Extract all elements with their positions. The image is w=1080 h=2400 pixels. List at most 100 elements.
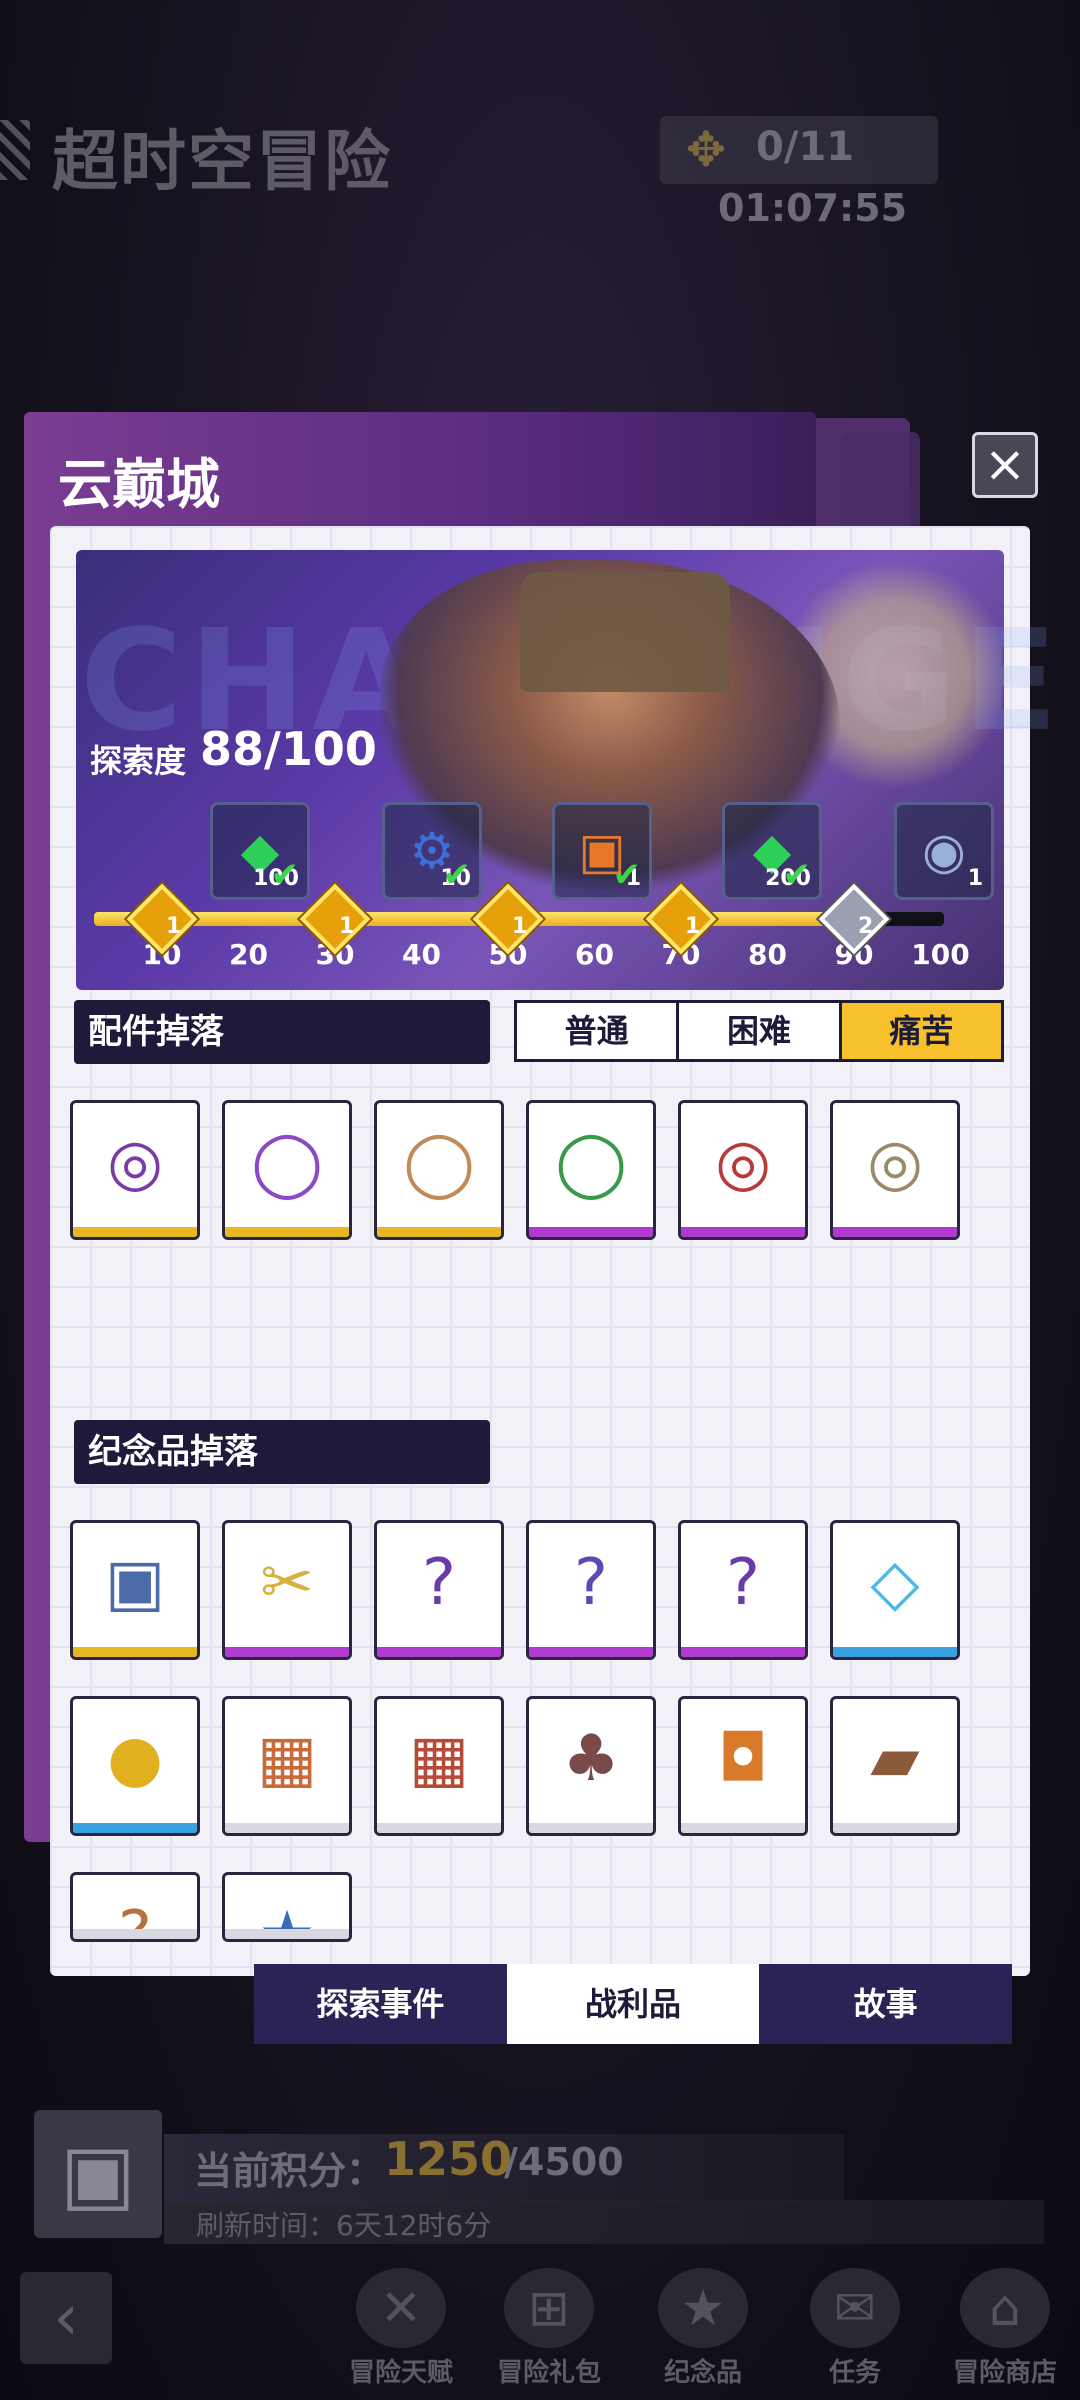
beyblade-purple-gold-icon: ◎	[107, 1126, 163, 1200]
rarity-bar	[833, 1647, 957, 1657]
item-card-crystal-card[interactable]: ◇	[830, 1520, 960, 1660]
score-label: 当前积分：	[194, 2149, 385, 2193]
item-card-fish-basket[interactable]: ▦	[222, 1696, 352, 1836]
nav-star-badge[interactable]: ★ 纪念品	[638, 2268, 768, 2388]
food-basket-icon: ▦	[408, 1722, 470, 1796]
item-card-mystery-food-bag[interactable]: ?	[374, 1520, 504, 1660]
stack-card	[840, 432, 920, 532]
banner-character-hat	[520, 572, 730, 692]
rarity-bar	[833, 1823, 957, 1833]
reward-count: 1	[967, 866, 983, 891]
item-card-blue-chest[interactable]: ▣	[70, 1520, 200, 1660]
nav-shop[interactable]: ⌂ 冒险商店	[940, 2268, 1070, 2388]
tab-normal[interactable]: 普通	[517, 1003, 680, 1059]
nav-dna[interactable]: ✕ 冒险天赋	[336, 2268, 466, 2388]
event-title: 超时空冒险	[52, 123, 392, 200]
milestone-tick-label: 20	[229, 938, 268, 971]
rarity-bar	[529, 1227, 653, 1237]
tab-story[interactable]: 故事	[759, 1964, 1012, 2044]
ring-green-silver-icon: ◯	[555, 1126, 627, 1200]
rarity-bar	[225, 1929, 349, 1939]
rarity-bar	[377, 1647, 501, 1657]
item-card-food-basket[interactable]: ▦	[374, 1696, 504, 1836]
nav-label: 纪念品	[663, 2358, 742, 2388]
tab-hard[interactable]: 困难	[679, 1003, 842, 1059]
chest-icon: ▣	[60, 2127, 136, 2220]
close-icon: ×	[984, 435, 1026, 493]
item-card-cutting-board[interactable]: ▰	[830, 1696, 960, 1836]
milestone-tick-label: 60	[575, 938, 614, 971]
gift-icon: ⊞	[504, 2268, 594, 2348]
close-button[interactable]: ×	[972, 432, 1038, 498]
fish-basket-icon: ▦	[256, 1722, 318, 1796]
milestone-node-number: 1	[512, 914, 528, 939]
back-arrow-icon: ‹	[53, 2281, 79, 2355]
item-card-ring-green-silver[interactable]: ◯	[526, 1100, 656, 1240]
milestone-reward[interactable]: ◉ 1	[894, 802, 994, 900]
cutting-board-icon: ▰	[870, 1722, 920, 1796]
rarity-bar	[225, 1227, 349, 1237]
nav-envelope[interactable]: ✉ 任务	[790, 2268, 920, 2388]
souvenirs-header: 纪念品掉落	[74, 1420, 490, 1484]
milestone-node-number: 1	[166, 914, 182, 939]
modal-bottom-tabs: 探索事件 战利品 故事	[254, 1964, 1012, 2044]
rarity-bar	[225, 1823, 349, 1833]
rarity-bar	[73, 1823, 197, 1833]
blue-chest-icon: ▣	[104, 1546, 166, 1620]
rarity-bar	[377, 1823, 501, 1833]
key-count: 0/11	[756, 124, 855, 170]
rarity-bar	[529, 1647, 653, 1657]
item-card-scissors[interactable]: ✂	[222, 1520, 352, 1660]
star-badge-icon: ★	[658, 2268, 748, 2348]
scissors-icon: ✂	[260, 1546, 314, 1620]
crystal-card-icon: ◇	[870, 1546, 920, 1620]
milestone-reward[interactable]: ⚙ 10 ✔	[382, 802, 482, 900]
nav-label: 任务	[828, 2358, 881, 2388]
milestone-reward[interactable]: ▣ 1 ✔	[552, 802, 652, 900]
nav-label: 冒险天赋	[348, 2358, 453, 2388]
game-screen: 超时空冒险 ✥ 0/11 01:07:55 云巅城 × CHALLENGE 探索…	[0, 0, 1080, 2400]
item-card-gold-coin[interactable]: ●	[70, 1696, 200, 1836]
milestone-reward[interactable]: ◆ 200 ✔	[722, 802, 822, 900]
rarity-bar	[73, 1929, 197, 1939]
mystery-orb-icon: ?	[574, 1546, 608, 1620]
check-icon: ✔	[442, 855, 472, 895]
rarity-bar	[681, 1227, 805, 1237]
nav-gift[interactable]: ⊞ 冒险礼包	[484, 2268, 614, 2388]
mystery-food-bag-icon: ?	[726, 1546, 760, 1620]
milestone-node-number: 1	[339, 914, 355, 939]
item-card-mystery-block[interactable]: ?	[70, 1872, 200, 1942]
item-card-mystery-food-bag[interactable]: ?	[678, 1520, 808, 1660]
tab-loot[interactable]: 战利品	[506, 1964, 760, 2044]
chest-button[interactable]: ▣	[34, 2110, 162, 2238]
score-current: 1250	[384, 2132, 513, 2186]
difficulty-tabs: 普通 困难 痛苦	[514, 1000, 1004, 1062]
title-stripes	[0, 120, 30, 180]
cupcake-icon: ♣	[562, 1722, 620, 1796]
rarity-bar	[529, 1823, 653, 1833]
tab-explore-events[interactable]: 探索事件	[254, 1964, 507, 2044]
milestone-reward[interactable]: ◆ 100 ✔	[210, 802, 310, 900]
nav-label: 冒险礼包	[496, 2358, 601, 2388]
milestone-tick-label: 40	[402, 938, 441, 971]
ring-copper-icon: ◯	[403, 1126, 475, 1200]
item-card-star-badge[interactable]: ★	[222, 1872, 352, 1942]
beyblade-gold-steel-icon: ◎	[867, 1126, 923, 1200]
parts-header: 配件掉落	[74, 1000, 490, 1064]
item-card-camera[interactable]: ◘	[678, 1696, 808, 1836]
tab-painful[interactable]: 痛苦	[841, 1003, 1001, 1059]
item-card-beyblade-purple-gold[interactable]: ◎	[70, 1100, 200, 1240]
item-card-cupcake[interactable]: ♣	[526, 1696, 656, 1836]
item-card-mystery-orb[interactable]: ?	[526, 1520, 656, 1660]
item-card-beyblade-red-silver[interactable]: ◎	[678, 1100, 808, 1240]
item-card-ring-copper[interactable]: ◯	[374, 1100, 504, 1240]
rarity-bar	[833, 1227, 957, 1237]
rarity-bar	[681, 1823, 805, 1833]
back-button[interactable]: ‹	[20, 2272, 112, 2364]
envelope-icon: ✉	[810, 2268, 900, 2348]
milestone-node-number: 2	[858, 914, 874, 939]
nav-label: 冒险商店	[952, 2358, 1057, 2388]
item-card-ring-purple-gold[interactable]: ◯	[222, 1100, 352, 1240]
item-card-beyblade-gold-steel[interactable]: ◎	[830, 1100, 960, 1240]
rarity-bar	[225, 1647, 349, 1657]
